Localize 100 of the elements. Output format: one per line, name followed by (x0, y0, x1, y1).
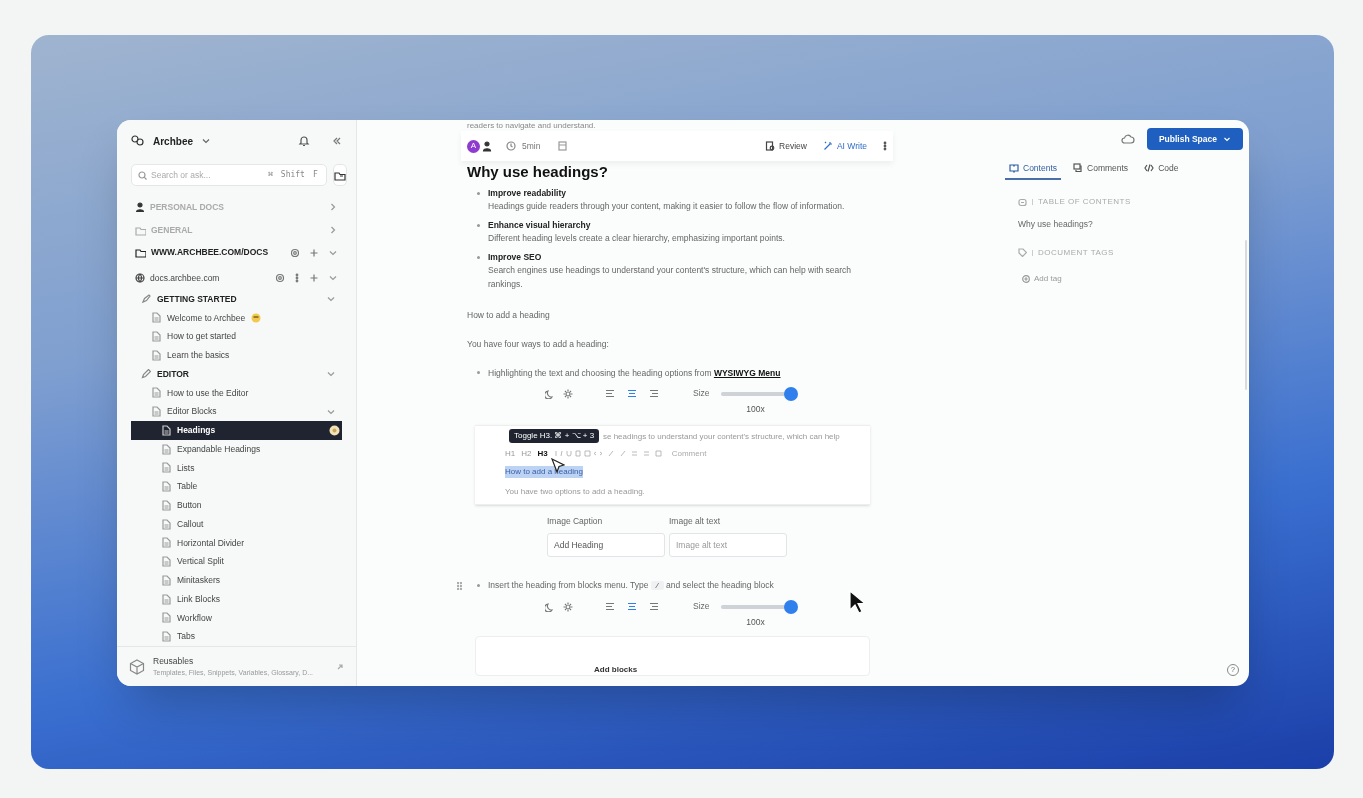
page-item[interactable]: How to get started (131, 327, 342, 347)
moon-icon[interactable] (545, 602, 555, 612)
page-item[interactable]: Lists (131, 458, 342, 478)
page-item[interactable]: Learn the basics (131, 346, 342, 365)
bell-icon[interactable] (298, 135, 310, 147)
selected-text: How to add a heading (505, 466, 583, 479)
tab[interactable]: Comments (1069, 158, 1133, 180)
page-item[interactable]: Headings (131, 421, 342, 440)
chevron-down-icon (1223, 135, 1231, 143)
workspace-name[interactable]: Archbee (153, 133, 193, 149)
shortcut-key: Shift (278, 169, 307, 181)
paragraph: You have two options to add a heading. (505, 486, 645, 499)
document-icon (161, 612, 171, 624)
sun-icon[interactable] (563, 602, 573, 612)
align-left-icon[interactable] (605, 389, 615, 399)
bullet (477, 584, 480, 587)
chevron-right-icon[interactable] (328, 202, 338, 213)
publish-button[interactable]: Publish Space (1146, 128, 1243, 150)
plus-icon[interactable] (309, 247, 319, 258)
scrollbar[interactable] (1245, 240, 1247, 390)
person-icon (135, 202, 145, 213)
page-item[interactable]: Link Blocks (131, 589, 342, 609)
gear-icon[interactable] (275, 272, 285, 283)
slider-thumb[interactable] (783, 387, 798, 402)
document-icon (161, 424, 171, 436)
search-icon (138, 170, 147, 180)
tab[interactable]: Contents (1005, 158, 1062, 180)
layout-icon[interactable] (558, 141, 568, 151)
page-item[interactable]: Workflow (131, 608, 342, 628)
review-icon (765, 141, 776, 151)
chevron-right-icon[interactable] (328, 225, 338, 236)
folder-icon (333, 169, 346, 181)
list-item-text: Insert the heading from blocks menu. Type / and select the heading block (488, 579, 774, 592)
document-icon (151, 331, 161, 343)
page-item[interactable]: Welcome to Archbee (131, 308, 342, 328)
plus-icon[interactable] (309, 272, 319, 283)
page-item[interactable]: Editor Blocks (131, 402, 342, 422)
align-left-icon[interactable] (605, 602, 615, 611)
slider-value: 100x (746, 403, 765, 416)
drag-handle-icon[interactable] (457, 581, 462, 590)
slider-thumb[interactable] (783, 600, 798, 614)
page-item[interactable]: Table (131, 477, 342, 497)
more-icon[interactable] (295, 272, 299, 283)
document-icon (161, 499, 171, 511)
document-icon (151, 349, 161, 361)
align-center-icon[interactable] (627, 389, 637, 399)
more-icon[interactable] (883, 141, 887, 151)
gear-icon[interactable] (290, 247, 300, 258)
alt-text-field[interactable]: Image alt text (669, 533, 787, 557)
avatar: A (467, 139, 480, 153)
tab[interactable]: Code (1140, 158, 1183, 180)
page-item[interactable]: Minitaskers (131, 571, 342, 590)
document-icon (161, 537, 171, 549)
page-item[interactable]: Expandable Headings (131, 439, 342, 459)
align-right-icon[interactable] (649, 389, 659, 399)
collapse-icon[interactable] (332, 136, 342, 146)
slider-label: Size (693, 387, 710, 400)
field-label: Image alt text (669, 515, 722, 528)
page-item[interactable]: Horizontal Divider (131, 533, 342, 553)
list-item-text: Search engines use headings to understand your content's structure, which can help with search rankings. (488, 264, 853, 291)
align-center-icon[interactable] (627, 602, 637, 611)
category-item[interactable]: GETTING STARTED (131, 289, 342, 309)
bullet (477, 256, 480, 259)
caption-field[interactable]: Add Heading (547, 533, 665, 557)
document-icon (151, 387, 161, 399)
add-blocks-label[interactable]: Add blocks (594, 665, 638, 675)
sun-icon[interactable] (563, 389, 573, 400)
section-title: TABLE OF CONTENTS (1038, 196, 1131, 208)
space-item[interactable]: WWW.ARCHBEE.COM/DOCS (131, 241, 342, 265)
ai-write-button[interactable]: AI Write (822, 139, 867, 153)
page-item[interactable]: How to use the Editor (131, 383, 342, 403)
list-item-title: Enhance visual hierarchy (488, 219, 592, 231)
section-title: DOCUMENT TAGS (1038, 246, 1114, 259)
chevron-down-icon[interactable] (201, 136, 211, 146)
document-icon (161, 593, 171, 605)
new-folder-button[interactable] (332, 164, 347, 186)
globe-icon (135, 272, 145, 283)
category-item[interactable]: EDITOR (131, 364, 342, 384)
heading-option[interactable]: H3 (537, 448, 548, 461)
search-bar[interactable]: Search or ask... ⌘ Shift F (131, 164, 327, 186)
slider-value: 100x (746, 616, 765, 629)
cloud-icon[interactable] (1120, 134, 1135, 144)
page-item[interactable]: Vertical Split (131, 552, 342, 572)
list-item-title: Improve SEO (488, 251, 543, 263)
page-item[interactable]: Button (131, 496, 342, 515)
page-item[interactable]: Callout (131, 514, 342, 534)
search-field[interactable]: Search or ask... (151, 167, 262, 183)
bullet (477, 371, 480, 375)
wand-icon (822, 141, 833, 151)
toc-link[interactable]: Why use headings? (1000, 218, 1249, 231)
site-item[interactable]: docs.archbee.com (131, 266, 342, 290)
shortcut-key: F (310, 169, 320, 181)
page-item[interactable]: Tabs (131, 627, 342, 646)
moon-icon[interactable] (545, 389, 555, 400)
align-right-icon[interactable] (649, 602, 659, 611)
external-link-icon (336, 662, 344, 671)
field-label: Image Caption (547, 515, 604, 528)
document-icon (161, 631, 171, 643)
review-button[interactable]: Review (765, 139, 807, 153)
document-icon (161, 556, 171, 568)
